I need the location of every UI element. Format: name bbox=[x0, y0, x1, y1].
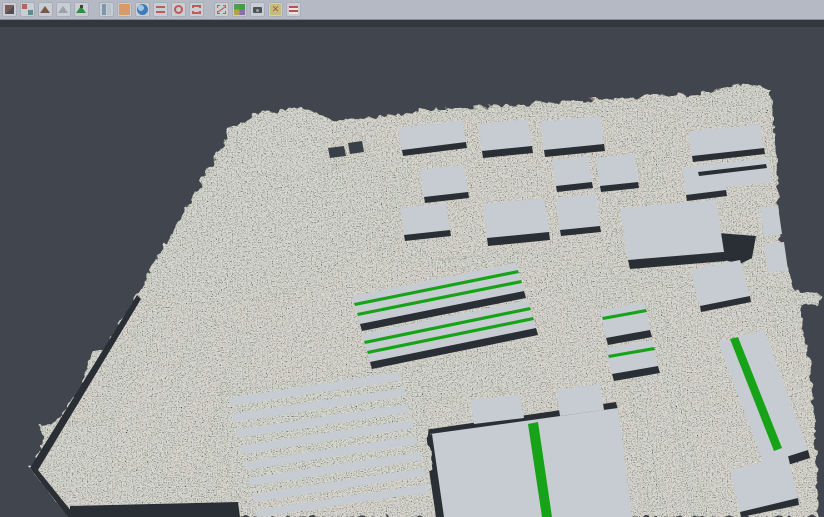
building-b7 bbox=[556, 194, 600, 230]
building-c3 bbox=[400, 203, 450, 235]
add-data-icon[interactable] bbox=[2, 2, 17, 17]
point-cloud-scene[interactable] bbox=[0, 20, 824, 517]
measurement-bars-icon[interactable] bbox=[286, 2, 301, 17]
building-b2 bbox=[540, 116, 604, 150]
clip-box-icon[interactable] bbox=[214, 2, 229, 17]
orthophoto-icon[interactable] bbox=[117, 2, 132, 17]
globe-3d-icon[interactable] bbox=[135, 2, 150, 17]
pan-tool-icon[interactable] bbox=[20, 2, 35, 17]
dark-roof-a bbox=[328, 146, 346, 158]
building-b4 bbox=[552, 156, 592, 186]
dsm-terrain-icon[interactable] bbox=[38, 2, 53, 17]
classification-colors-icon[interactable] bbox=[232, 2, 247, 17]
zoom-extent-icon[interactable] bbox=[189, 2, 204, 17]
building-b5 bbox=[596, 154, 638, 186]
building-c2 bbox=[420, 165, 468, 197]
vegetation-terrain-icon[interactable] bbox=[74, 2, 89, 17]
accuracy-check-icon[interactable] bbox=[268, 2, 283, 17]
profile-lines-icon[interactable] bbox=[153, 2, 168, 17]
building-square-big bbox=[620, 200, 724, 260]
dark-roof-b bbox=[348, 141, 364, 154]
viewport-3d[interactable] bbox=[0, 20, 824, 517]
side-panel-icon[interactable] bbox=[99, 2, 114, 17]
viewport-top-strip bbox=[0, 20, 824, 27]
dtm-terrain-icon[interactable] bbox=[56, 2, 71, 17]
building-b6 bbox=[482, 198, 549, 238]
building-b1 bbox=[478, 119, 532, 151]
vegetation-blob-bottomleft bbox=[40, 418, 115, 495]
snapshot-camera-icon[interactable] bbox=[250, 2, 265, 17]
target-circle-icon[interactable] bbox=[171, 2, 186, 17]
building-f2 bbox=[764, 242, 788, 273]
vegetation-right-mid bbox=[772, 297, 804, 334]
application-window bbox=[0, 0, 824, 517]
main-toolbar bbox=[0, 0, 824, 20]
